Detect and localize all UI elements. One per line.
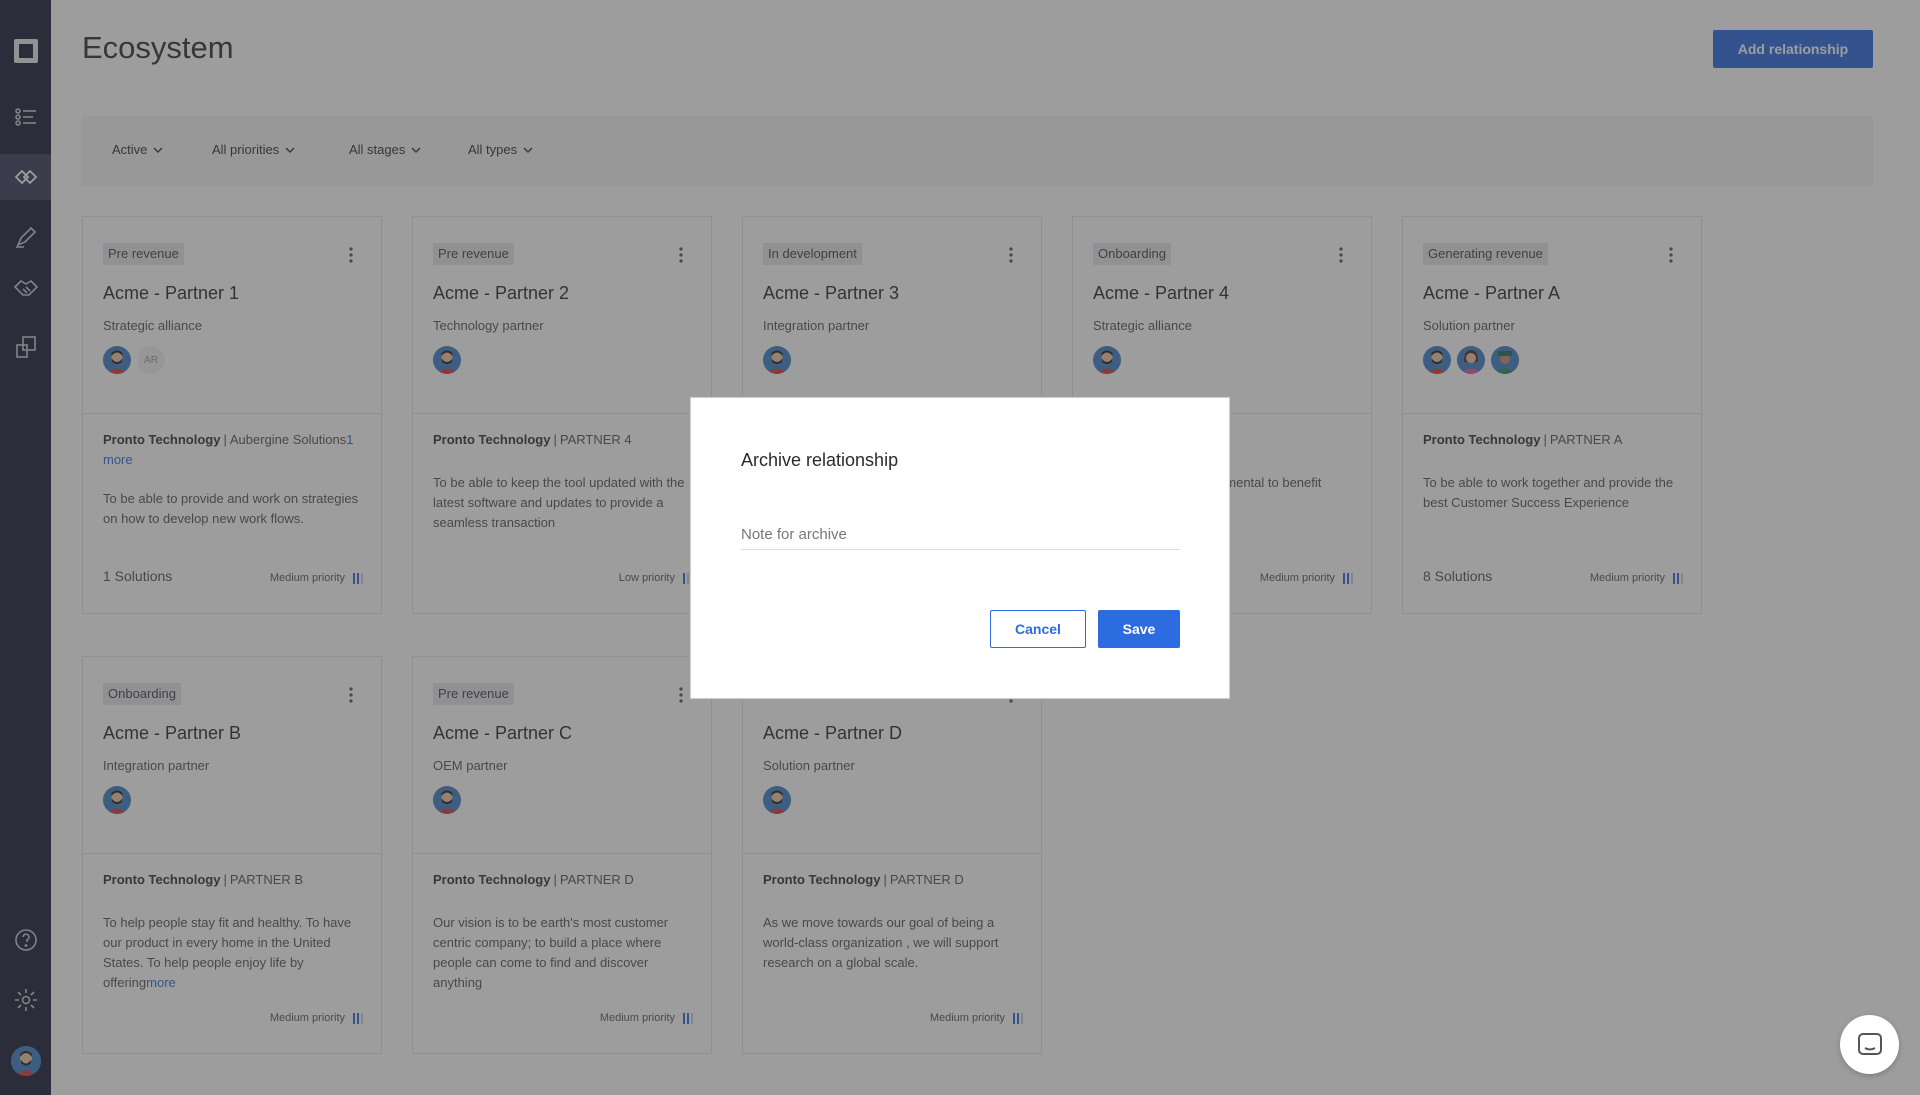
dialog-title: Archive relationship xyxy=(741,450,899,470)
archive-relationship-dialog: Archive relationship Cancel Save xyxy=(690,397,1230,699)
cancel-button[interactable]: Cancel xyxy=(990,610,1086,648)
chat-launcher-button[interactable] xyxy=(1840,1015,1899,1074)
save-button[interactable]: Save xyxy=(1098,610,1180,648)
chat-icon xyxy=(1857,1032,1882,1055)
archive-note-input[interactable] xyxy=(741,520,1180,550)
